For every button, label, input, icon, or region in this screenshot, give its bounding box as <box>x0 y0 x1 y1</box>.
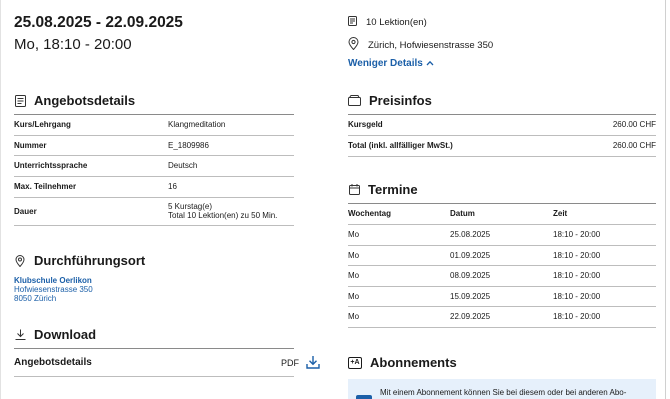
preisinfos-heading: Preisinfos <box>348 93 432 108</box>
lessons-count: 10 Lektion(en) <box>366 17 427 28</box>
location-pin-icon <box>14 254 26 267</box>
detail-label: Dauer <box>14 207 37 216</box>
divider <box>14 348 294 349</box>
price-label: Kursgeld <box>348 120 383 129</box>
column-header-datum: Datum <box>450 209 475 218</box>
column-header-zeit: Zeit <box>553 209 568 218</box>
table-cell-day: Mo <box>348 292 360 301</box>
table-cell-time: 18:10 - 20:00 <box>553 271 601 280</box>
angebotsdetails-title: Angebotsdetails <box>34 93 136 108</box>
divider <box>14 225 294 226</box>
download-title: Download <box>34 327 97 342</box>
table-cell-time: 18:10 - 20:00 <box>553 312 601 321</box>
table-cell-day: Mo <box>348 271 360 280</box>
preisinfos-title: Preisinfos <box>369 93 432 108</box>
divider <box>348 135 656 136</box>
angebotsdetails-heading: Angebotsdetails <box>14 93 135 108</box>
detail-label: Unterrichtssprache <box>14 161 88 170</box>
venue-street[interactable]: Hofwiesenstrasse 350 <box>14 285 93 294</box>
table-cell-day: Mo <box>348 251 360 260</box>
divider <box>348 265 656 266</box>
detail-label: Kurs/Lehrgang <box>14 120 71 129</box>
divider <box>348 156 656 157</box>
divider <box>348 306 656 307</box>
table-cell-time: 18:10 - 20:00 <box>553 230 601 239</box>
detail-value: 16 <box>168 182 177 191</box>
wallet-icon <box>348 95 361 107</box>
durchfuehrungsort-title: Durchführungsort <box>34 253 146 268</box>
divider <box>348 286 656 287</box>
table-cell-time: 18:10 - 20:00 <box>553 292 601 301</box>
detail-value-secondary: Total 10 Lektion(en) zu 50 Min. <box>168 211 278 220</box>
download-icon <box>14 329 26 341</box>
chevron-up-icon <box>426 58 434 69</box>
detail-label: Max. Teilnehmer <box>14 182 77 191</box>
date-range: 25.08.2025 - 22.09.2025 <box>14 14 183 31</box>
location-pin-icon <box>348 37 359 53</box>
table-cell-date: 25.08.2025 <box>450 230 491 239</box>
divider <box>348 224 656 225</box>
venue-name-link[interactable]: Klubschule Oerlikon <box>14 276 92 285</box>
location-line: Zürich, Hofwiesenstrasse 350 <box>348 37 493 53</box>
price-value: 260.00 CHF <box>612 141 656 150</box>
divider <box>14 376 294 377</box>
detail-value: Klangmeditation <box>168 120 226 129</box>
table-cell-time: 18:10 - 20:00 <box>553 251 601 260</box>
venue-city[interactable]: 8050 Zürich <box>14 294 56 303</box>
divider <box>14 197 294 198</box>
price-value: 260.00 CHF <box>612 120 656 129</box>
divider <box>14 176 294 177</box>
table-cell-date: 01.09.2025 <box>450 251 491 260</box>
download-item-label: Angebotsdetails <box>14 357 92 368</box>
calendar-icon <box>348 184 360 196</box>
detail-value: E_1809986 <box>168 141 209 150</box>
divider <box>348 114 656 115</box>
table-cell-date: 08.09.2025 <box>450 271 491 280</box>
divider <box>348 245 656 246</box>
pdf-download-icon[interactable] <box>306 355 320 374</box>
divider <box>348 327 656 328</box>
location-address: Zürich, Hofwiesenstrasse 350 <box>368 39 494 51</box>
table-cell-day: Mo <box>348 312 360 321</box>
course-time: Mo, 18:10 - 20:00 <box>14 36 132 53</box>
pdf-format-label[interactable]: PDF <box>281 358 299 368</box>
table-cell-day: Mo <box>348 230 360 239</box>
subscription-icon: +A <box>348 356 362 369</box>
left-column: 25.08.2025 - 22.09.2025 Mo, 18:10 - 20:0… <box>14 0 320 399</box>
document-icon <box>14 94 26 107</box>
price-label: Total (inkl. allfälliger MwSt.) <box>348 141 453 150</box>
weniger-details-label: Weniger Details <box>348 58 423 69</box>
divider <box>348 203 656 204</box>
detail-label: Nummer <box>14 141 47 150</box>
table-cell-date: 15.09.2025 <box>450 292 491 301</box>
info-badge-icon <box>356 395 372 399</box>
divider <box>14 114 294 115</box>
abo-info-text: Mit einem Abonnement können Sie bei dies… <box>380 388 627 397</box>
termine-heading: Termine <box>348 182 418 197</box>
divider <box>14 155 294 156</box>
divider <box>14 135 294 136</box>
lessons-line: 10 Lektion(en) <box>348 16 427 29</box>
right-column: 10 Lektion(en) Zürich, Hofwiesenstrasse … <box>348 0 656 399</box>
termine-title: Termine <box>368 182 418 197</box>
abonnements-title: Abonnements <box>370 355 457 370</box>
column-header-wochentag: Wochentag <box>348 209 391 218</box>
document-icon <box>348 16 357 29</box>
detail-value: 5 Kurstag(e) <box>168 202 213 211</box>
abo-info-box: Mit einem Abonnement können Sie bei dies… <box>348 379 656 399</box>
table-cell-date: 22.09.2025 <box>450 312 491 321</box>
weniger-details-toggle[interactable]: Weniger Details <box>348 58 434 69</box>
durchfuehrungsort-heading: Durchführungsort <box>14 253 145 268</box>
abonnements-heading: +A Abonnements <box>348 355 457 370</box>
detail-value: Deutsch <box>168 161 198 170</box>
download-heading: Download <box>14 327 96 342</box>
